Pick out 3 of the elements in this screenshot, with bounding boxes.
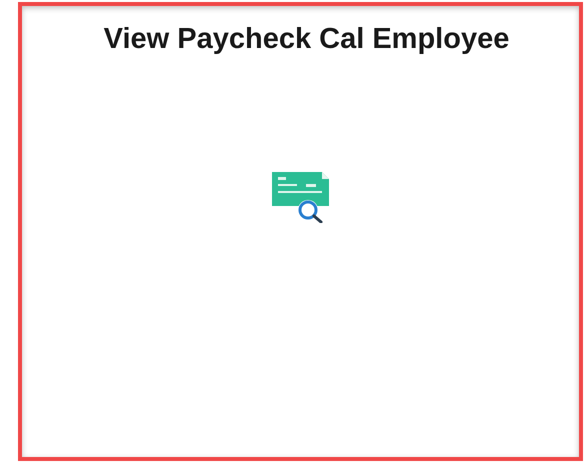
tile-title: View Paycheck Cal Employee (102, 22, 510, 56)
paycheck-search-icon (272, 172, 330, 223)
tile-card[interactable]: View Paycheck Cal Employee (18, 2, 583, 461)
